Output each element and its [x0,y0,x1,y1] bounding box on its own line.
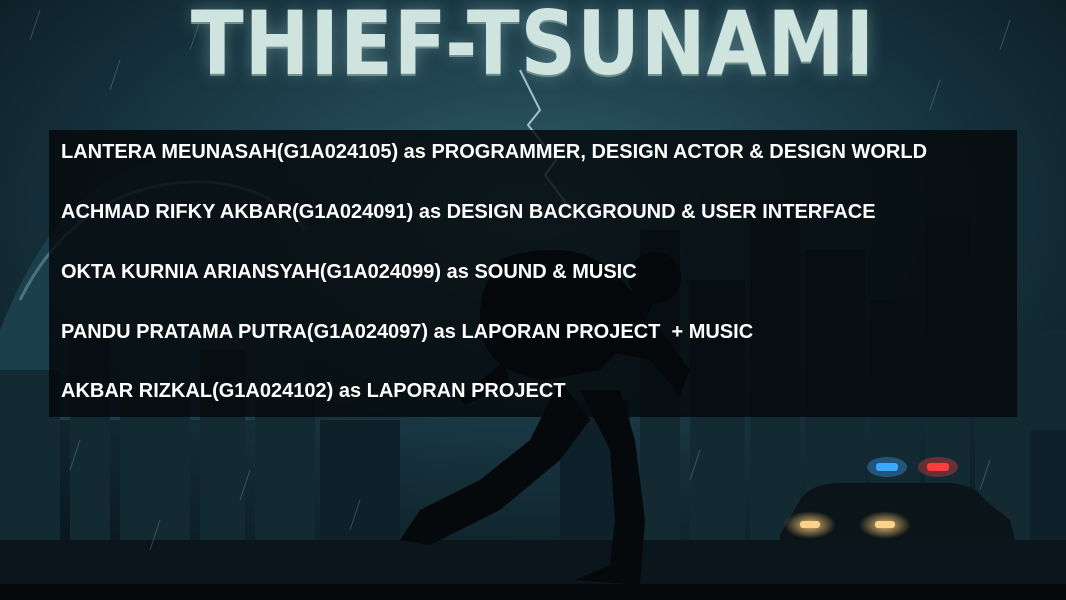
bottom-bar [0,584,1066,600]
credit-line: LANTERA MEUNASAH(G1A024105) as PROGRAMME… [61,141,928,163]
game-title: THIEF-TSUNAMI [190,0,876,95]
credit-line: PANDU PRATAMA PUTRA(G1A024097) as LAPORA… [61,321,754,343]
credit-line: AKBAR RIZKAL(G1A024102) as LAPORAN PROJE… [61,380,566,402]
credit-line: OKTA KURNIA ARIANSYAH(G1A024099) as SOUN… [61,261,637,283]
credit-line: ACHMAD RIFKY AKBAR(G1A024091) as DESIGN … [61,201,876,223]
credits-panel: LANTERA MEUNASAH(G1A024105) as PROGRAMME… [49,130,1017,417]
